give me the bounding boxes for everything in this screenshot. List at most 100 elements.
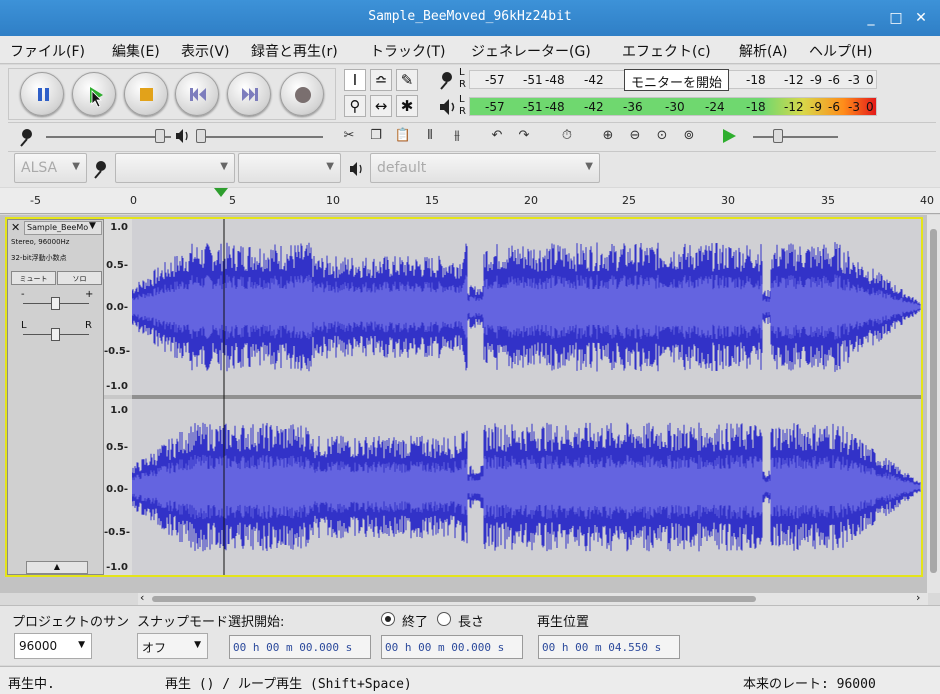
menu-analyze[interactable]: 解析(A): [739, 41, 788, 61]
end-radio[interactable]: [380, 611, 396, 627]
play-button[interactable]: [72, 72, 116, 116]
selection-start-label: 選択開始:: [228, 615, 285, 630]
status-hint: 再生 () / ループ再生 (Shift+Space): [165, 677, 412, 692]
menu-tracks[interactable]: トラック(T): [370, 41, 445, 61]
snap-mode-select[interactable]: オフ ▼: [137, 633, 208, 659]
undo-button[interactable]: ↶: [486, 125, 508, 147]
close-track-icon[interactable]: ✕: [11, 221, 20, 234]
playback-volume-slider[interactable]: [198, 136, 323, 138]
record-meter-tick: -51: [523, 73, 543, 87]
pan-slider-thumb[interactable]: [51, 328, 60, 341]
record-volume-slider[interactable]: [46, 136, 171, 138]
close-button[interactable]: ✕: [911, 8, 931, 28]
selection-start-field[interactable]: 00 h 00 m 00.000 s: [229, 635, 371, 659]
solo-button[interactable]: ソロ: [57, 271, 102, 285]
play-speed-slider[interactable]: [753, 136, 838, 138]
copy-button[interactable]: ❐: [365, 125, 387, 147]
length-radio[interactable]: [436, 611, 452, 627]
menu-help[interactable]: ヘルプ(H): [809, 41, 872, 61]
y-label: -0.5-: [104, 346, 131, 357]
multi-tool-button[interactable]: ✱: [396, 95, 418, 117]
audio-position-label: 再生位置: [537, 615, 590, 630]
silence-button[interactable]: ⫵: [446, 125, 468, 147]
project-rate-select[interactable]: 96000 ▼: [14, 633, 92, 659]
paste-button[interactable]: 📋: [392, 125, 414, 147]
collapse-track-button[interactable]: ▲: [26, 561, 88, 574]
minimize-button[interactable]: _: [861, 8, 881, 28]
record-button[interactable]: [280, 72, 324, 116]
recording-channels-select[interactable]: ▼: [238, 153, 341, 183]
cut-button[interactable]: ✂: [338, 125, 360, 147]
selection-end-field[interactable]: 00 h 00 m 00.000 s: [381, 635, 523, 659]
selection-tool-button[interactable]: I: [344, 69, 366, 91]
horizontal-scroll-thumb[interactable]: [152, 596, 756, 602]
recording-device-select[interactable]: ▼: [115, 153, 235, 183]
ruler-tick: 40: [920, 194, 934, 207]
vertical-scroll-thumb[interactable]: [930, 229, 937, 573]
snap-mode-label: スナップモード: [137, 615, 229, 630]
audio-position-field[interactable]: 00 h 00 m 04.550 s: [538, 635, 680, 659]
redo-button[interactable]: ↷: [513, 125, 535, 147]
skip-end-button[interactable]: [227, 72, 271, 116]
scroll-right-icon[interactable]: ›: [916, 591, 920, 604]
y-label: 0.5-: [106, 260, 128, 271]
redo-icon: ↷: [518, 128, 530, 143]
maximize-button[interactable]: □: [886, 8, 906, 28]
playback-level-meter[interactable]: -57 -51 -48 -42 -36 -30 -24 -18 -12 -9 -…: [469, 97, 877, 116]
play-at-speed-icon[interactable]: [720, 127, 738, 145]
tools-toolbar: I ≏ ✎ ⚲ ↔ ✱: [341, 67, 425, 121]
zoom-in-button[interactable]: ⊕: [597, 125, 619, 147]
playhead-marker-icon[interactable]: [214, 188, 228, 198]
channel-separator: [132, 395, 921, 399]
menu-edit[interactable]: 編集(E): [112, 41, 160, 61]
record-volume-thumb[interactable]: [155, 129, 165, 143]
play-speed-thumb[interactable]: [773, 129, 783, 143]
gain-slider-thumb[interactable]: [51, 297, 60, 310]
audio-track[interactable]: ✕ Sample_BeeMo ▼ Stereo, 96000Hz 32-bit浮…: [5, 217, 923, 577]
menu-generate[interactable]: ジェネレーター(G): [471, 41, 591, 61]
y-label: -1.0: [106, 562, 128, 573]
scroll-left-icon[interactable]: ‹: [140, 591, 144, 604]
waveform-display[interactable]: [132, 219, 921, 575]
record-meter-tick: -12: [784, 73, 804, 87]
record-meter-tick: -9: [810, 73, 822, 87]
mute-button[interactable]: ミュート: [11, 271, 56, 285]
playback-meter-tick: -48: [545, 100, 565, 114]
y-label: 1.0: [110, 222, 128, 233]
pause-button[interactable]: [20, 72, 64, 116]
fit-project-button[interactable]: ⊚: [678, 125, 700, 147]
draw-tool-button[interactable]: ✎: [396, 69, 418, 91]
speaker-icon[interactable]: [438, 97, 458, 117]
zoom-tool-button[interactable]: ⚲: [344, 95, 366, 117]
playback-volume-thumb[interactable]: [196, 129, 206, 143]
trim-button[interactable]: ⫴: [419, 125, 441, 147]
skip-start-button[interactable]: [175, 72, 219, 116]
silence-icon: ⫵: [454, 128, 460, 143]
menu-view[interactable]: 表示(V): [181, 41, 230, 61]
menu-file[interactable]: ファイル(F): [10, 41, 85, 61]
sync-lock-button[interactable]: ⏱: [556, 125, 578, 147]
vertical-scrollbar[interactable]: [927, 215, 940, 593]
track-control-panel: ✕ Sample_BeeMo ▼ Stereo, 96000Hz 32-bit浮…: [7, 219, 104, 575]
ruler-tick: 35: [821, 194, 835, 207]
zoom-in-icon: ⊕: [602, 128, 614, 143]
status-bar: 再生中. 再生 () / ループ再生 (Shift+Space) 本来のレート:…: [0, 666, 940, 694]
microphone-icon[interactable]: [438, 70, 458, 90]
envelope-tool-button[interactable]: ≏: [370, 69, 392, 91]
playback-meter-l-label: L: [459, 94, 465, 105]
playback-meter-tick: -6: [828, 100, 840, 114]
horizontal-scrollbar[interactable]: ‹ ›: [138, 591, 928, 605]
zoom-out-button[interactable]: ⊖: [624, 125, 646, 147]
audio-host-select[interactable]: ALSA ▼: [14, 153, 87, 183]
menu-effect[interactable]: エフェクト(c): [622, 41, 711, 61]
timeline-ruler[interactable]: -5 0 5 10 15 20 25 30 35 40: [0, 188, 940, 214]
stop-button[interactable]: [124, 72, 168, 116]
fit-selection-button[interactable]: ⊙: [651, 125, 673, 147]
y-label: 0.0-: [106, 484, 128, 495]
menu-bar: ファイル(F) 編集(E) 表示(V) 録音と再生(r) トラック(T) ジェネ…: [0, 36, 940, 64]
playback-device-select[interactable]: default ▼: [370, 153, 600, 183]
menu-transport[interactable]: 録音と再生(r): [251, 41, 338, 61]
paste-icon: 📋: [394, 128, 412, 143]
time-shift-tool-button[interactable]: ↔: [370, 95, 392, 117]
ruler-tick: 30: [721, 194, 735, 207]
